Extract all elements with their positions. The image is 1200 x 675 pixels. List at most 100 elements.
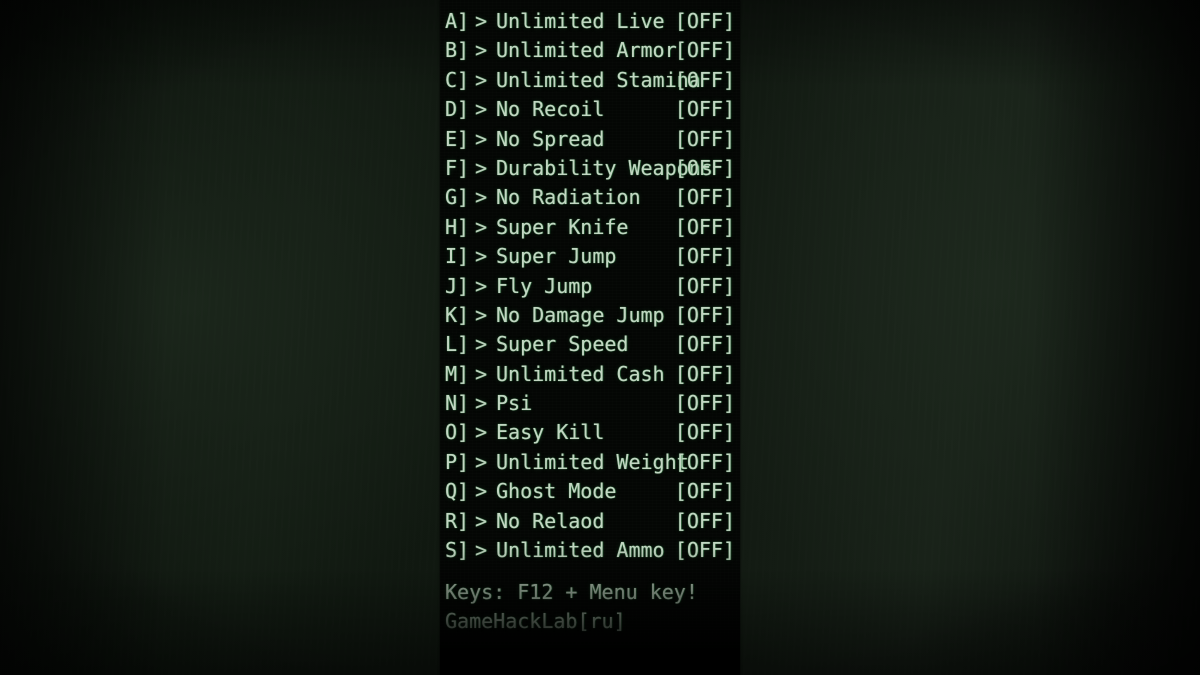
cheat-hotkey-label: K] xyxy=(445,302,470,327)
cheat-state-badge[interactable]: [OFF] xyxy=(675,448,735,477)
cheat-name-label: Unlimited Armor xyxy=(496,38,677,63)
cheat-name-label: Fly Jump xyxy=(496,273,593,298)
chevron-right-icon: > xyxy=(475,126,488,151)
cheat-hotkey-label: M] xyxy=(445,361,470,386)
cheat-name-label: Super Jump xyxy=(496,244,617,269)
cheat-menu-row[interactable]: N] > Psi [OFF] xyxy=(445,389,740,418)
chevron-right-icon: > xyxy=(475,214,488,239)
chevron-right-icon: > xyxy=(475,508,488,533)
cheat-state-badge[interactable]: [OFF] xyxy=(675,125,735,154)
cheat-hotkey-label: R] xyxy=(445,508,470,533)
keys-hint-text: Keys: F12 + Menu key! xyxy=(445,580,698,604)
cheat-state-badge[interactable]: [OFF] xyxy=(675,95,735,124)
cheat-state-badge[interactable]: [OFF] xyxy=(675,154,735,183)
cheat-state-badge[interactable]: [OFF] xyxy=(675,242,735,271)
cheat-menu-row[interactable]: G] > No Radiation [OFF] xyxy=(445,183,740,212)
cheat-menu-row[interactable]: I] > Super Jump [OFF] xyxy=(445,242,740,271)
cheat-menu-row[interactable]: M] > Unlimited Cash [OFF] xyxy=(445,360,740,389)
cheat-menu-row[interactable]: S] > Unlimited Ammo [OFF] xyxy=(445,536,740,565)
chevron-right-icon: > xyxy=(475,302,488,327)
cheat-state-badge[interactable]: [OFF] xyxy=(675,418,735,447)
cheat-hotkey-label: I] xyxy=(445,244,470,269)
cheat-menu-list: A] > Unlimited Live [OFF] B] > Unlimited Armor… xyxy=(445,7,740,565)
cheat-hotkey-label: O] xyxy=(445,420,470,445)
cheat-hotkey-label: H] xyxy=(445,214,470,239)
chevron-right-icon: > xyxy=(475,67,488,92)
cheat-menu-row[interactable]: A] > Unlimited Live [OFF] xyxy=(445,7,740,36)
cheat-hotkey-label: S] xyxy=(445,538,470,563)
chevron-right-icon: > xyxy=(475,97,488,122)
chevron-right-icon: > xyxy=(475,449,488,474)
chevron-right-icon: > xyxy=(475,332,488,357)
cheat-name-label: No Recoil xyxy=(496,97,605,122)
cheat-name-label: Psi xyxy=(496,391,533,416)
game-screen: A] > Unlimited Live [OFF] B] > Unlimited Armor… xyxy=(0,0,1200,675)
cheat-menu-row[interactable]: K] > No Damage Jump [OFF] xyxy=(445,301,740,330)
cheat-hotkey-label: N] xyxy=(445,391,470,416)
cheat-state-badge[interactable]: [OFF] xyxy=(675,477,735,506)
cheat-state-badge[interactable]: [OFF] xyxy=(675,7,735,36)
chevron-right-icon: > xyxy=(475,273,488,298)
cheat-menu-row[interactable]: L] > Super Speed [OFF] xyxy=(445,330,740,359)
cheat-hotkey-label: L] xyxy=(445,332,470,357)
chevron-right-icon: > xyxy=(475,9,488,33)
cheat-hotkey-label: E] xyxy=(445,126,470,151)
cheat-menu-row[interactable]: B] > Unlimited Armor [OFF] xyxy=(445,36,740,65)
cheat-menu-row[interactable]: E] > No Spread [OFF] xyxy=(445,125,740,154)
trainer-overlay-panel: A] > Unlimited Live [OFF] B] > Unlimited Armor… xyxy=(440,0,740,675)
cheat-state-badge[interactable]: [OFF] xyxy=(675,330,735,359)
cheat-menu-row[interactable]: J] > Fly Jump [OFF] xyxy=(445,272,740,301)
cheat-hotkey-label: G] xyxy=(445,185,470,210)
chevron-right-icon: > xyxy=(475,361,488,386)
cheat-menu-row[interactable]: D] > No Recoil [OFF] xyxy=(445,95,740,124)
cheat-hotkey-label: A] xyxy=(445,9,470,33)
cheat-menu-row[interactable]: F] > Durability Weapons [OFF] xyxy=(445,154,740,183)
cheat-state-badge[interactable]: [OFF] xyxy=(675,536,735,565)
credit-text: GameHackLab[ru] xyxy=(445,609,626,634)
cheat-hotkey-label: J] xyxy=(445,273,470,298)
cheat-hotkey-label: Q] xyxy=(445,479,470,504)
cheat-name-label: No Radiation xyxy=(496,185,641,210)
cheat-name-label: Ghost Mode xyxy=(496,479,617,504)
cheat-menu-row[interactable]: H] > Super Knife [OFF] xyxy=(445,213,740,242)
chevron-right-icon: > xyxy=(475,185,488,210)
cheat-hotkey-label: C] xyxy=(445,67,470,92)
cheat-menu-row[interactable]: C] > Unlimited Stamina [OFF] xyxy=(445,66,740,95)
cheat-name-label: Unlimited Weight xyxy=(496,449,689,474)
chevron-right-icon: > xyxy=(475,155,488,180)
cheat-name-label: No Damage Jump xyxy=(496,302,665,327)
chevron-right-icon: > xyxy=(475,244,488,269)
cheat-menu-row[interactable]: P] > Unlimited Weight [OFF] xyxy=(445,448,740,477)
chevron-right-icon: > xyxy=(475,391,488,416)
cheat-menu-row[interactable]: R] > No Relaod [OFF] xyxy=(445,507,740,536)
cheat-hotkey-label: F] xyxy=(445,155,470,180)
cheat-name-label: Super Knife xyxy=(496,214,629,239)
cheat-name-label: Unlimited Live xyxy=(496,9,665,33)
cheat-name-label: Unlimited Ammo xyxy=(496,538,665,563)
cheat-menu-row[interactable]: O] > Easy Kill [OFF] xyxy=(445,418,740,447)
cheat-menu-row[interactable]: Q] > Ghost Mode [OFF] xyxy=(445,477,740,506)
cheat-state-badge[interactable]: [OFF] xyxy=(675,36,735,65)
cheat-state-badge[interactable]: [OFF] xyxy=(675,360,735,389)
cheat-name-label: Unlimited Cash xyxy=(496,361,665,386)
cheat-state-badge[interactable]: [OFF] xyxy=(675,507,735,536)
cheat-state-badge[interactable]: [OFF] xyxy=(675,183,735,212)
chevron-right-icon: > xyxy=(475,479,488,504)
cheat-state-badge[interactable]: [OFF] xyxy=(675,389,735,418)
cheat-name-label: Unlimited Stamina xyxy=(496,67,701,92)
cheat-state-badge[interactable]: [OFF] xyxy=(675,272,735,301)
cheat-state-badge[interactable]: [OFF] xyxy=(675,213,735,242)
cheat-name-label: Easy Kill xyxy=(496,420,605,445)
cheat-state-badge[interactable]: [OFF] xyxy=(675,301,735,330)
cheat-name-label: No Relaod xyxy=(496,508,605,533)
cheat-name-label: Super Speed xyxy=(496,332,629,357)
cheat-name-label: No Spread xyxy=(496,126,605,151)
cheat-state-badge[interactable]: [OFF] xyxy=(675,66,735,95)
chevron-right-icon: > xyxy=(475,420,488,445)
chevron-right-icon: > xyxy=(475,38,488,63)
cheat-hotkey-label: D] xyxy=(445,97,470,122)
chevron-right-icon: > xyxy=(475,538,488,563)
overlay-footer: Keys: F12 + Menu key! GameHackLab[ru] xyxy=(445,578,740,637)
cheat-hotkey-label: P] xyxy=(445,449,470,474)
cheat-hotkey-label: B] xyxy=(445,38,470,63)
